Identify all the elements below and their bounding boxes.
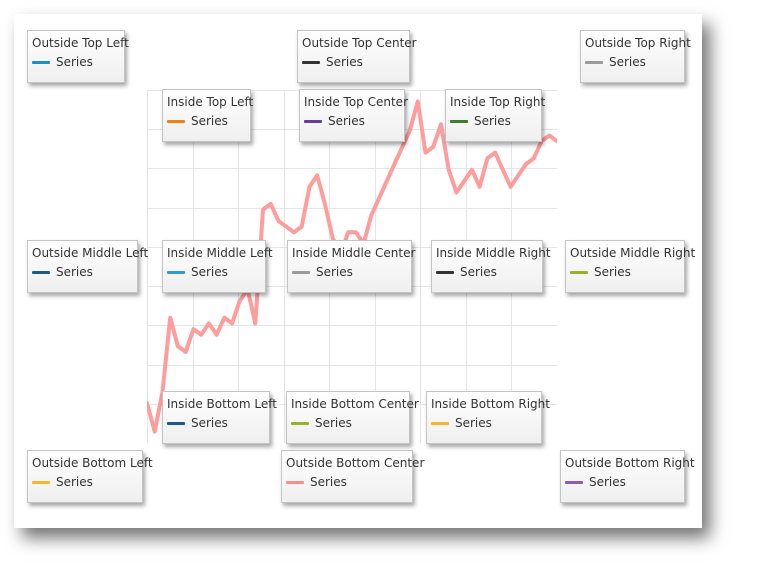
legend-series-label: Series	[310, 475, 347, 489]
legend-title: Outside Top Left	[32, 36, 129, 50]
legend-series-label: Series	[315, 416, 352, 430]
legend-series-label: Series	[191, 114, 228, 128]
legend-item: Series	[32, 475, 93, 489]
legend-inside-top-center[interactable]: Inside Top Center Series	[299, 89, 408, 142]
legend-series-label: Series	[460, 265, 497, 279]
legend-series-label: Series	[56, 55, 93, 69]
legend-series-label: Series	[328, 114, 365, 128]
series-swatch	[302, 60, 320, 64]
legend-inside-middle-center[interactable]: Inside Middle Center Series	[287, 240, 416, 293]
legend-series-label: Series	[594, 265, 631, 279]
legend-inside-bottom-center[interactable]: Inside Bottom Center Series	[286, 391, 419, 444]
legend-series-label: Series	[56, 265, 93, 279]
series-swatch	[565, 480, 583, 484]
legend-outside-bottom-left[interactable]: Outside Bottom Left Series	[27, 450, 153, 503]
legend-inside-top-right[interactable]: Inside Top Right Series	[445, 89, 546, 142]
series-swatch	[32, 270, 50, 274]
legend-title: Inside Middle Center	[292, 246, 416, 260]
legend-inside-middle-left[interactable]: Inside Middle Left Series	[162, 240, 273, 293]
legend-outside-bottom-right[interactable]: Outside Bottom Right Series	[560, 450, 695, 503]
legend-item: Series	[585, 55, 646, 69]
series-swatch	[431, 421, 449, 425]
series-swatch	[286, 480, 304, 484]
legend-outside-top-right[interactable]: Outside Top Right Series	[580, 30, 691, 83]
legend-outside-top-left[interactable]: Outside Top Left Series	[27, 30, 129, 83]
series-swatch	[292, 270, 310, 274]
legend-inside-bottom-right[interactable]: Inside Bottom Right Series	[426, 391, 550, 444]
legend-series-label: Series	[316, 265, 353, 279]
series-swatch	[32, 60, 50, 64]
legend-item: Series	[302, 55, 363, 69]
legend-outside-middle-right[interactable]: Outside Middle Right Series	[565, 240, 695, 293]
legend-title: Outside Bottom Right	[565, 456, 695, 470]
legend-item: Series	[565, 475, 626, 489]
legend-series-label: Series	[326, 55, 363, 69]
series-swatch	[585, 60, 603, 64]
legend-outside-bottom-center[interactable]: Outside Bottom Center Series	[281, 450, 424, 503]
legend-item: Series	[450, 114, 511, 128]
legend-series-label: Series	[455, 416, 492, 430]
legend-item: Series	[292, 265, 353, 279]
legend-item: Series	[167, 114, 228, 128]
legend-title: Inside Bottom Right	[431, 397, 550, 411]
series-swatch	[167, 119, 185, 123]
legend-title: Inside Top Left	[167, 95, 254, 109]
legend-title: Inside Middle Left	[167, 246, 273, 260]
legend-item: Series	[570, 265, 631, 279]
legend-outside-top-center[interactable]: Outside Top Center Series	[297, 30, 417, 83]
legend-title: Outside Middle Right	[570, 246, 696, 260]
series-swatch	[570, 270, 588, 274]
legend-series-label: Series	[191, 265, 228, 279]
legend-item: Series	[291, 416, 352, 430]
legend-title: Inside Top Center	[304, 95, 408, 109]
legend-series-label: Series	[56, 475, 93, 489]
legend-item: Series	[286, 475, 347, 489]
series-swatch	[436, 270, 454, 274]
series-swatch	[167, 421, 185, 425]
series-swatch	[32, 480, 50, 484]
legend-item: Series	[431, 416, 492, 430]
legend-series-label: Series	[609, 55, 646, 69]
series-swatch	[304, 119, 322, 123]
legend-item: Series	[167, 265, 228, 279]
legend-title: Outside Top Right	[585, 36, 691, 50]
series-swatch	[450, 119, 468, 123]
legend-title: Outside Top Center	[302, 36, 417, 50]
legend-inside-middle-right[interactable]: Inside Middle Right Series	[431, 240, 551, 293]
series-swatch	[167, 270, 185, 274]
legend-title: Outside Middle Left	[32, 246, 149, 260]
legend-title: Outside Bottom Left	[32, 456, 153, 470]
legend-title: Outside Bottom Center	[286, 456, 425, 470]
legend-series-label: Series	[589, 475, 626, 489]
series-swatch	[291, 421, 309, 425]
legend-outside-middle-left[interactable]: Outside Middle Left Series	[27, 240, 148, 293]
legend-item: Series	[32, 55, 93, 69]
legend-item: Series	[304, 114, 365, 128]
legend-series-label: Series	[191, 416, 228, 430]
legend-inside-bottom-left[interactable]: Inside Bottom Left Series	[162, 391, 277, 444]
legend-title: Inside Top Right	[450, 95, 546, 109]
legend-item: Series	[32, 265, 93, 279]
legend-inside-top-left[interactable]: Inside Top Left Series	[162, 89, 254, 142]
legend-item: Series	[167, 416, 228, 430]
legend-series-label: Series	[474, 114, 511, 128]
legend-title: Inside Bottom Left	[167, 397, 277, 411]
legend-title: Inside Middle Right	[436, 246, 551, 260]
legend-item: Series	[436, 265, 497, 279]
legend-title: Inside Bottom Center	[291, 397, 419, 411]
